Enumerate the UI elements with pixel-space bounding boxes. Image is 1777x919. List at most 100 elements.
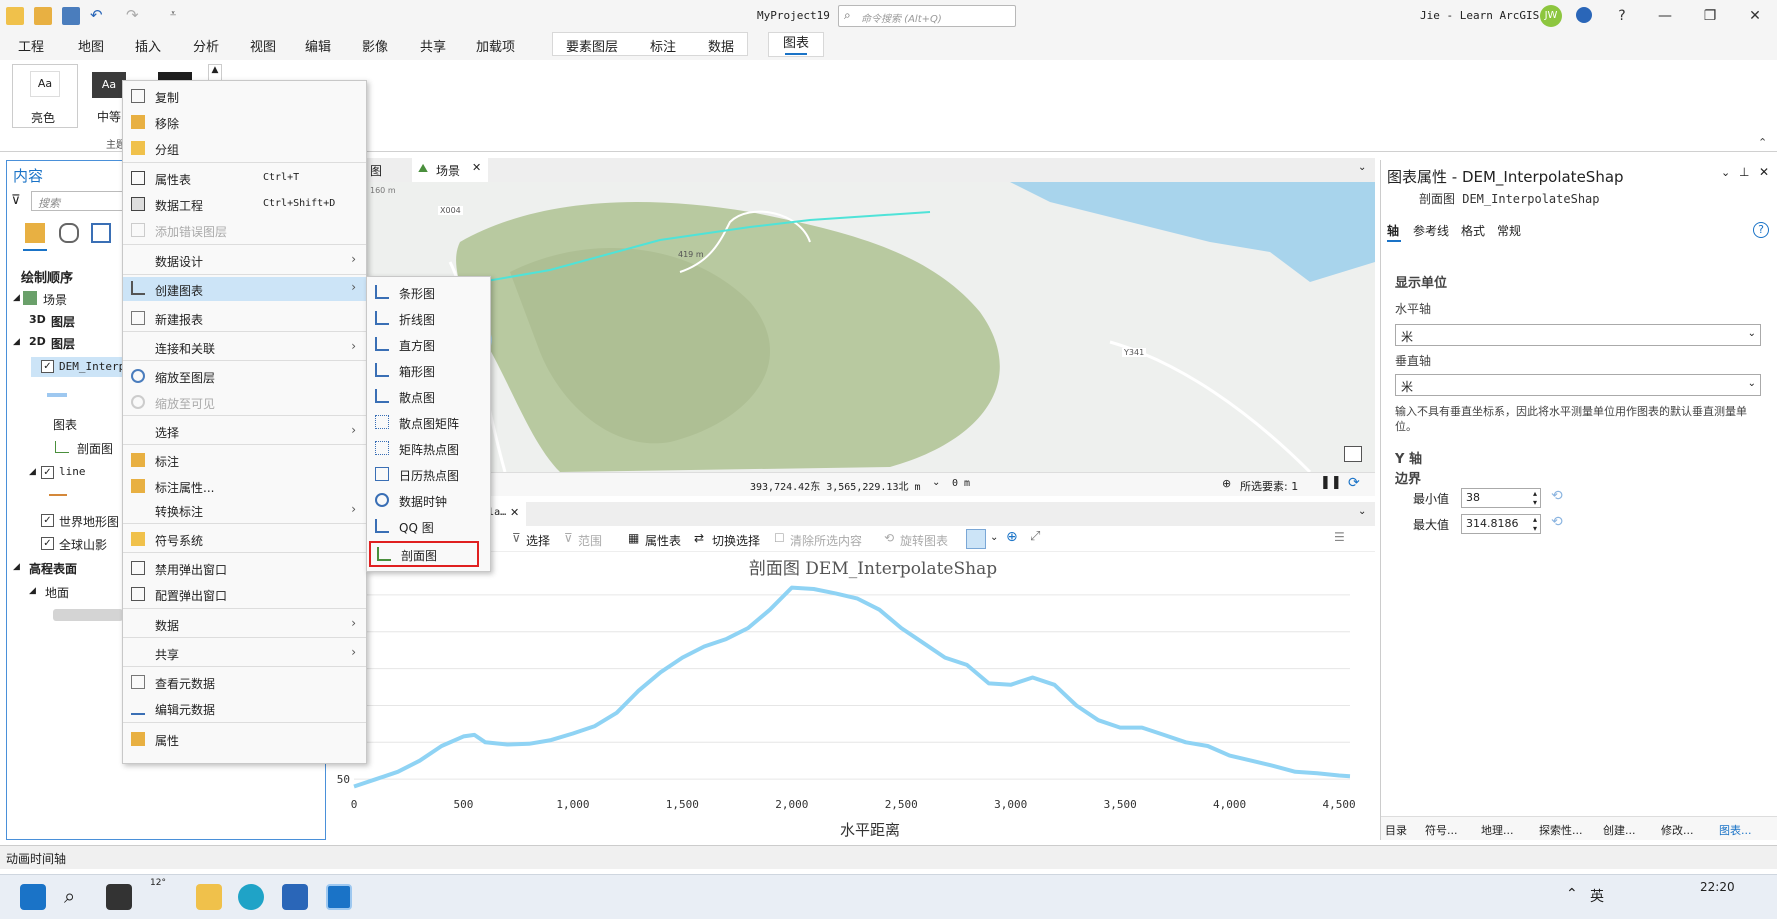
attr-table-button[interactable]: 属性表 bbox=[645, 532, 681, 549]
refresh-icon[interactable]: ⟳ bbox=[1348, 475, 1360, 491]
world-terrain-checkbox[interactable]: ✓ bbox=[41, 514, 54, 527]
menu-add-error-layer[interactable]: 添加错误图层 bbox=[123, 219, 366, 241]
rotate-chart-button[interactable]: 旋转图表 bbox=[900, 532, 948, 549]
chart-tab-list-chevron-icon[interactable]: ⌄ bbox=[1358, 506, 1366, 517]
tab-scene-view[interactable]: ⛰ 场景 ✕ bbox=[412, 158, 488, 182]
menu-share[interactable]: 共享 › bbox=[123, 642, 366, 664]
pane-tab-geoprocessing[interactable]: 地理... bbox=[1481, 822, 1514, 838]
submenu-data-clock[interactable]: 数据时钟 bbox=[367, 489, 490, 513]
menu-convert-labels[interactable]: 转换标注 › bbox=[123, 499, 366, 521]
arcgis-pro-icon[interactable] bbox=[326, 884, 352, 910]
coord-format-chevron-icon[interactable]: ⌄ bbox=[932, 477, 940, 488]
tab-feature-layer[interactable]: 要素图层 bbox=[566, 36, 618, 55]
submenu-line-chart[interactable]: 折线图 bbox=[367, 307, 490, 331]
tab-labeling[interactable]: 标注 bbox=[650, 36, 676, 55]
expand-line-icon[interactable]: ◢ bbox=[29, 467, 36, 477]
edge-icon[interactable] bbox=[238, 884, 264, 910]
props-menu-chevron-icon[interactable]: ⌄ bbox=[1721, 166, 1730, 179]
help-button[interactable]: ? bbox=[1612, 6, 1632, 26]
customize-toolbar-icon[interactable]: ⩡ bbox=[170, 7, 176, 21]
zoom-in-icon[interactable]: ⊕ bbox=[1006, 529, 1018, 545]
submenu-scatter[interactable]: 散点图 bbox=[367, 385, 490, 409]
menu-remove[interactable]: 移除 bbox=[123, 111, 366, 133]
taskbar-clock[interactable]: 22:20 bbox=[1700, 880, 1735, 894]
elevation-surface-node[interactable]: 高程表面 bbox=[29, 560, 77, 577]
close-props-icon[interactable]: ✕ bbox=[1759, 165, 1769, 179]
restore-button[interactable]: ❐ bbox=[1700, 6, 1720, 26]
ime-indicator[interactable]: 英 bbox=[1590, 886, 1604, 906]
contents-search-input[interactable]: 搜索 bbox=[31, 191, 131, 211]
task-view-icon[interactable] bbox=[106, 884, 132, 910]
menu-data[interactable]: 数据 › bbox=[123, 613, 366, 635]
selected-features-count[interactable]: 所选要素: 1 bbox=[1240, 478, 1298, 494]
full-extent-icon[interactable]: ⤢ bbox=[1030, 529, 1040, 544]
scene-node[interactable]: 场景 bbox=[43, 291, 67, 308]
chart-select-tool-icon[interactable] bbox=[966, 529, 986, 549]
start-icon[interactable] bbox=[20, 884, 46, 910]
tab-insert[interactable]: 插入 bbox=[135, 36, 161, 55]
menu-new-report[interactable]: 新建报表 bbox=[123, 307, 366, 329]
select-tool-chevron-icon[interactable]: ⌄ bbox=[990, 532, 998, 543]
min-spinner-icon[interactable]: ▴ ▾ bbox=[1533, 489, 1537, 507]
vertical-units-select[interactable]: 米 ⌄ bbox=[1395, 374, 1761, 396]
3d-layers-node[interactable]: 图层 bbox=[51, 313, 75, 330]
tab-analysis[interactable]: 分析 bbox=[193, 36, 219, 55]
user-name[interactable]: Jie - Learn ArcGIS bbox=[1420, 9, 1539, 22]
menu-configure-popups[interactable]: 配置弹出窗口 bbox=[123, 583, 366, 605]
tab-imagery[interactable]: 影像 bbox=[362, 36, 388, 55]
expand-elevation-icon[interactable]: ◢ bbox=[13, 562, 20, 572]
tab-list-chevron-icon[interactable]: ⌄ bbox=[1358, 162, 1366, 173]
world-terrain-layer[interactable]: 世界地形图 bbox=[59, 513, 119, 530]
profile-chart-node[interactable]: 剖面图 bbox=[77, 440, 113, 457]
select-button[interactable]: 选择 bbox=[526, 532, 550, 549]
menu-symbology[interactable]: 符号系统 bbox=[123, 528, 366, 550]
collapse-ribbon-icon[interactable]: ⌃ bbox=[1758, 136, 1767, 149]
open-folder-icon[interactable] bbox=[34, 7, 52, 25]
expand-2d-icon[interactable]: ◢ bbox=[13, 337, 20, 347]
max-spinner-icon[interactable]: ▴ ▾ bbox=[1533, 515, 1537, 533]
submenu-bar-chart[interactable]: 条形图 bbox=[367, 281, 490, 305]
pin-icon[interactable]: ⊥ bbox=[1739, 165, 1749, 179]
close-button[interactable]: ✕ bbox=[1745, 6, 1765, 26]
weather-temp[interactable]: 12° bbox=[150, 878, 166, 888]
menu-create-chart[interactable]: 创建图表 › bbox=[123, 277, 366, 301]
close-scene-tab-icon[interactable]: ✕ bbox=[472, 161, 481, 174]
tab-data[interactable]: 数据 bbox=[708, 36, 734, 55]
menu-label[interactable]: 标注 bbox=[123, 449, 366, 471]
menu-label-properties[interactable]: 标注属性... bbox=[123, 475, 366, 497]
hillshade-layer[interactable]: 全球山影 bbox=[59, 536, 107, 553]
submenu-box-plot[interactable]: 箱形图 bbox=[367, 359, 490, 383]
file-explorer-icon[interactable] bbox=[196, 884, 222, 910]
theme-light-button[interactable]: Aa 亮色 bbox=[12, 64, 78, 128]
switch-selection-button[interactable]: 切换选择 bbox=[712, 532, 760, 549]
menu-disable-popups[interactable]: 禁用弹出窗口 bbox=[123, 557, 366, 579]
filter-icon[interactable]: ⊽ bbox=[11, 193, 21, 208]
drawing-order-icon[interactable] bbox=[25, 223, 45, 243]
extent-button[interactable]: 范围 bbox=[578, 532, 602, 549]
horizontal-units-select[interactable]: 米 ⌄ bbox=[1395, 324, 1761, 346]
pane-tab-modify[interactable]: 修改... bbox=[1661, 822, 1694, 838]
avatar[interactable]: JW bbox=[1540, 5, 1562, 27]
menu-joins-relates[interactable]: 连接和关联 › bbox=[123, 336, 366, 358]
tab-map-view[interactable]: 图 bbox=[370, 162, 382, 179]
save-icon[interactable] bbox=[62, 7, 80, 25]
hillshade-checkbox[interactable]: ✓ bbox=[41, 537, 54, 550]
data-source-icon[interactable] bbox=[59, 223, 79, 243]
line-layer-checkbox[interactable]: ✓ bbox=[41, 466, 54, 479]
map-legend-icon[interactable] bbox=[1344, 446, 1362, 462]
2d-layers-node[interactable]: 图层 bbox=[51, 335, 75, 352]
props-tab-general[interactable]: 常规 bbox=[1497, 222, 1521, 239]
menu-edit-metadata[interactable]: 编辑元数据 bbox=[123, 697, 366, 719]
taskbar-search-icon[interactable]: ⌕ bbox=[64, 884, 75, 908]
pane-tab-catalog[interactable]: 目录 bbox=[1385, 822, 1407, 838]
chart-options-icon[interactable]: ☰ bbox=[1334, 530, 1345, 544]
pane-tab-exploratory[interactable]: 探索性... bbox=[1539, 822, 1583, 838]
menu-selection[interactable]: 选择 › bbox=[123, 420, 366, 442]
selection-icon[interactable] bbox=[91, 223, 111, 243]
min-value-input[interactable]: 38 ▴ ▾ bbox=[1461, 488, 1541, 508]
dem-layer-name[interactable]: DEM_Interp bbox=[59, 360, 125, 373]
help-icon[interactable]: ? bbox=[1753, 222, 1769, 238]
props-tab-axis[interactable]: 轴 bbox=[1387, 222, 1399, 239]
submenu-histogram[interactable]: 直方图 bbox=[367, 333, 490, 357]
tray-chevron-icon[interactable]: ⌃ bbox=[1566, 886, 1578, 902]
